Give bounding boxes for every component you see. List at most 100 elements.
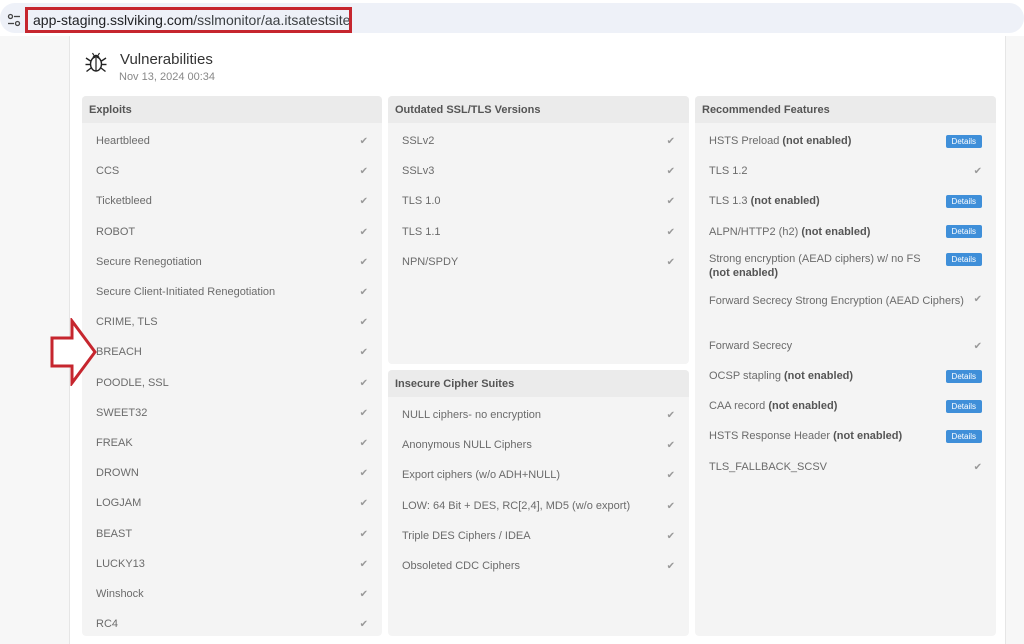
checkmark-icon: ✔	[359, 317, 368, 329]
item-name: Export ciphers (w/o ADH+NULL)	[402, 469, 561, 482]
item-label: CRIME, TLS	[96, 315, 358, 329]
item-name: SSLv3	[402, 165, 435, 178]
checkmark-icon: ✔	[666, 136, 675, 148]
address-bar[interactable]: app-staging.sslviking.com/sslmonitor/aa.…	[0, 3, 1024, 33]
item-label: NPN/SPDY	[402, 255, 665, 269]
recommended-list-item: Forward Secrecy Strong Encryption (AEAD …	[695, 289, 996, 331]
exploits-list-item: RC4 ✔	[82, 609, 382, 636]
item-name: Winshock	[96, 587, 144, 600]
item-label: Forward Secrecy Strong Encryption (AEAD …	[709, 294, 972, 308]
exploits-list-item: Secure Client-Initiated Renegotiation ✔	[82, 277, 382, 307]
item-name: BEAST	[96, 527, 133, 540]
checkmark-icon: ✔	[359, 528, 368, 540]
item-name: Ticketbleed	[96, 195, 152, 208]
item-label: POODLE, SSL	[96, 376, 358, 390]
recommended-features-panel-title: Recommended Features	[695, 96, 996, 123]
item-name: CAA record	[709, 400, 766, 413]
bug-icon	[85, 52, 107, 73]
item-label: HSTS Preload (not enabled)	[709, 134, 938, 148]
item-label: ALPN/HTTP2 (h2) (not enabled)	[709, 225, 938, 239]
exploits-list-item: CRIME, TLS ✔	[82, 307, 382, 337]
checkmark-icon: ✔	[359, 347, 368, 359]
exploits-list-item: LOGJAM ✔	[82, 488, 382, 518]
item-label: TLS 1.3 (not enabled)	[709, 194, 938, 208]
checkmark-icon: ✔	[359, 619, 368, 631]
item-label: DROWN	[96, 466, 358, 480]
exploits-panel-title: Exploits	[82, 96, 382, 123]
exploits-list-item: Secure Renegotiation ✔	[82, 247, 382, 277]
recommended-list-item: CAA record (not enabled) Details	[695, 391, 996, 421]
recommended-features-list: HSTS Preload (not enabled) Details TLS 1.2…	[695, 123, 996, 482]
url-highlight-box[interactable]: app-staging.sslviking.com/sslmonitor/aa.…	[25, 7, 352, 33]
item-label: CCS	[96, 164, 358, 178]
details-button[interactable]: Details	[945, 399, 982, 413]
item-label: SSLv2	[402, 134, 665, 148]
arrow-right-icon	[50, 318, 97, 386]
item-name: SWEET32	[96, 406, 148, 419]
item-label: FREAK	[96, 436, 358, 450]
insecure-cipher-suites-list: NULL ciphers- no encryption ✔ Anonymous NU…	[388, 397, 689, 581]
item-label: LUCKY13	[96, 557, 358, 571]
item-name: CRIME, TLS	[96, 316, 158, 329]
item-label: BEAST	[96, 527, 358, 541]
details-button[interactable]: Details	[945, 225, 982, 239]
checkmark-icon: ✔	[973, 293, 982, 305]
item-name: HSTS Preload	[709, 135, 780, 148]
item-label: SWEET32	[96, 406, 358, 420]
item-label: HSTS Response Header (not enabled)	[709, 429, 938, 443]
checkmark-icon: ✔	[973, 166, 982, 178]
item-label: SSLv3	[402, 164, 665, 178]
checkmark-icon: ✔	[359, 166, 368, 178]
details-button[interactable]: Details	[945, 194, 982, 208]
checkmark-icon: ✔	[666, 410, 675, 422]
vulnerabilities-card: Vulnerabilities Nov 13, 2024 00:34 Explo…	[69, 36, 1006, 644]
item-label: Strong encryption (AEAD ciphers) w/ no F…	[709, 252, 938, 280]
exploits-list-item: ROBOT ✔	[82, 217, 382, 247]
checkmark-icon: ✔	[359, 558, 368, 570]
item-name: Strong encryption (AEAD ciphers) w/ no F…	[709, 252, 921, 265]
item-name: TLS 1.1	[402, 225, 441, 238]
status-note: (not enabled)	[801, 225, 871, 238]
details-button[interactable]: Details	[945, 134, 982, 148]
item-name: RC4	[96, 618, 119, 631]
item-label: LOW: 64 Bit + DES, RC[2,4], MD5 (w/o exp…	[402, 499, 665, 513]
item-label: ROBOT	[96, 225, 358, 239]
exploits-list-item: LUCKY13 ✔	[82, 549, 382, 579]
item-label: Triple DES Ciphers / IDEA	[402, 529, 665, 543]
item-name: Heartbleed	[96, 135, 150, 148]
outdated-list-item: NPN/SPDY ✔	[388, 247, 689, 277]
insecure-list-item: Export ciphers (w/o ADH+NULL) ✔	[388, 460, 689, 490]
tune-icon[interactable]	[7, 13, 21, 27]
item-label: Ticketbleed	[96, 194, 358, 208]
outdated-versions-panel: Outdated SSL/TLS Versions SSLv2 ✔ SSLv3 ✔ TL…	[388, 96, 689, 364]
checkmark-icon: ✔	[359, 588, 368, 600]
exploits-panel: Exploits Heartbleed ✔ CCS ✔ Ticketbleed ✔ ROBO…	[82, 96, 382, 636]
status-note: (not enabled)	[750, 195, 820, 208]
item-name: Secure Client-Initiated Renegotiation	[96, 286, 276, 299]
item-name: TLS_FALLBACK_SCSV	[709, 460, 828, 473]
item-name: POODLE, SSL	[96, 376, 169, 389]
item-label: Forward Secrecy	[709, 339, 972, 353]
item-name: Triple DES Ciphers / IDEA	[402, 529, 531, 542]
checkmark-icon: ✔	[359, 136, 368, 148]
item-label: Anonymous NULL Ciphers	[402, 438, 665, 452]
checkmark-icon: ✔	[666, 470, 675, 482]
status-note: (not enabled)	[768, 400, 838, 413]
details-button[interactable]: Details	[945, 369, 982, 383]
recommended-list-item: ALPN/HTTP2 (h2) (not enabled) Details	[695, 217, 996, 247]
item-name: TLS 1.3	[709, 195, 748, 208]
item-label: RC4	[96, 617, 358, 631]
details-button[interactable]: Details	[945, 252, 982, 266]
item-name: HSTS Response Header	[709, 430, 831, 443]
item-name: ALPN/HTTP2 (h2)	[709, 225, 799, 238]
item-name: LOW: 64 Bit + DES, RC[2,4], MD5 (w/o exp…	[402, 499, 631, 512]
browser-toolbar: app-staging.sslviking.com/sslmonitor/aa.…	[0, 0, 1024, 36]
item-name: Anonymous NULL Ciphers	[402, 439, 532, 452]
item-label: OCSP stapling (not enabled)	[709, 369, 938, 383]
item-label: LOGJAM	[96, 496, 358, 510]
checkmark-icon: ✔	[666, 196, 675, 208]
checkmark-icon: ✔	[359, 407, 368, 419]
checkmark-icon: ✔	[666, 530, 675, 542]
details-button[interactable]: Details	[945, 429, 982, 443]
scan-timestamp: Nov 13, 2024 00:34	[119, 71, 216, 83]
